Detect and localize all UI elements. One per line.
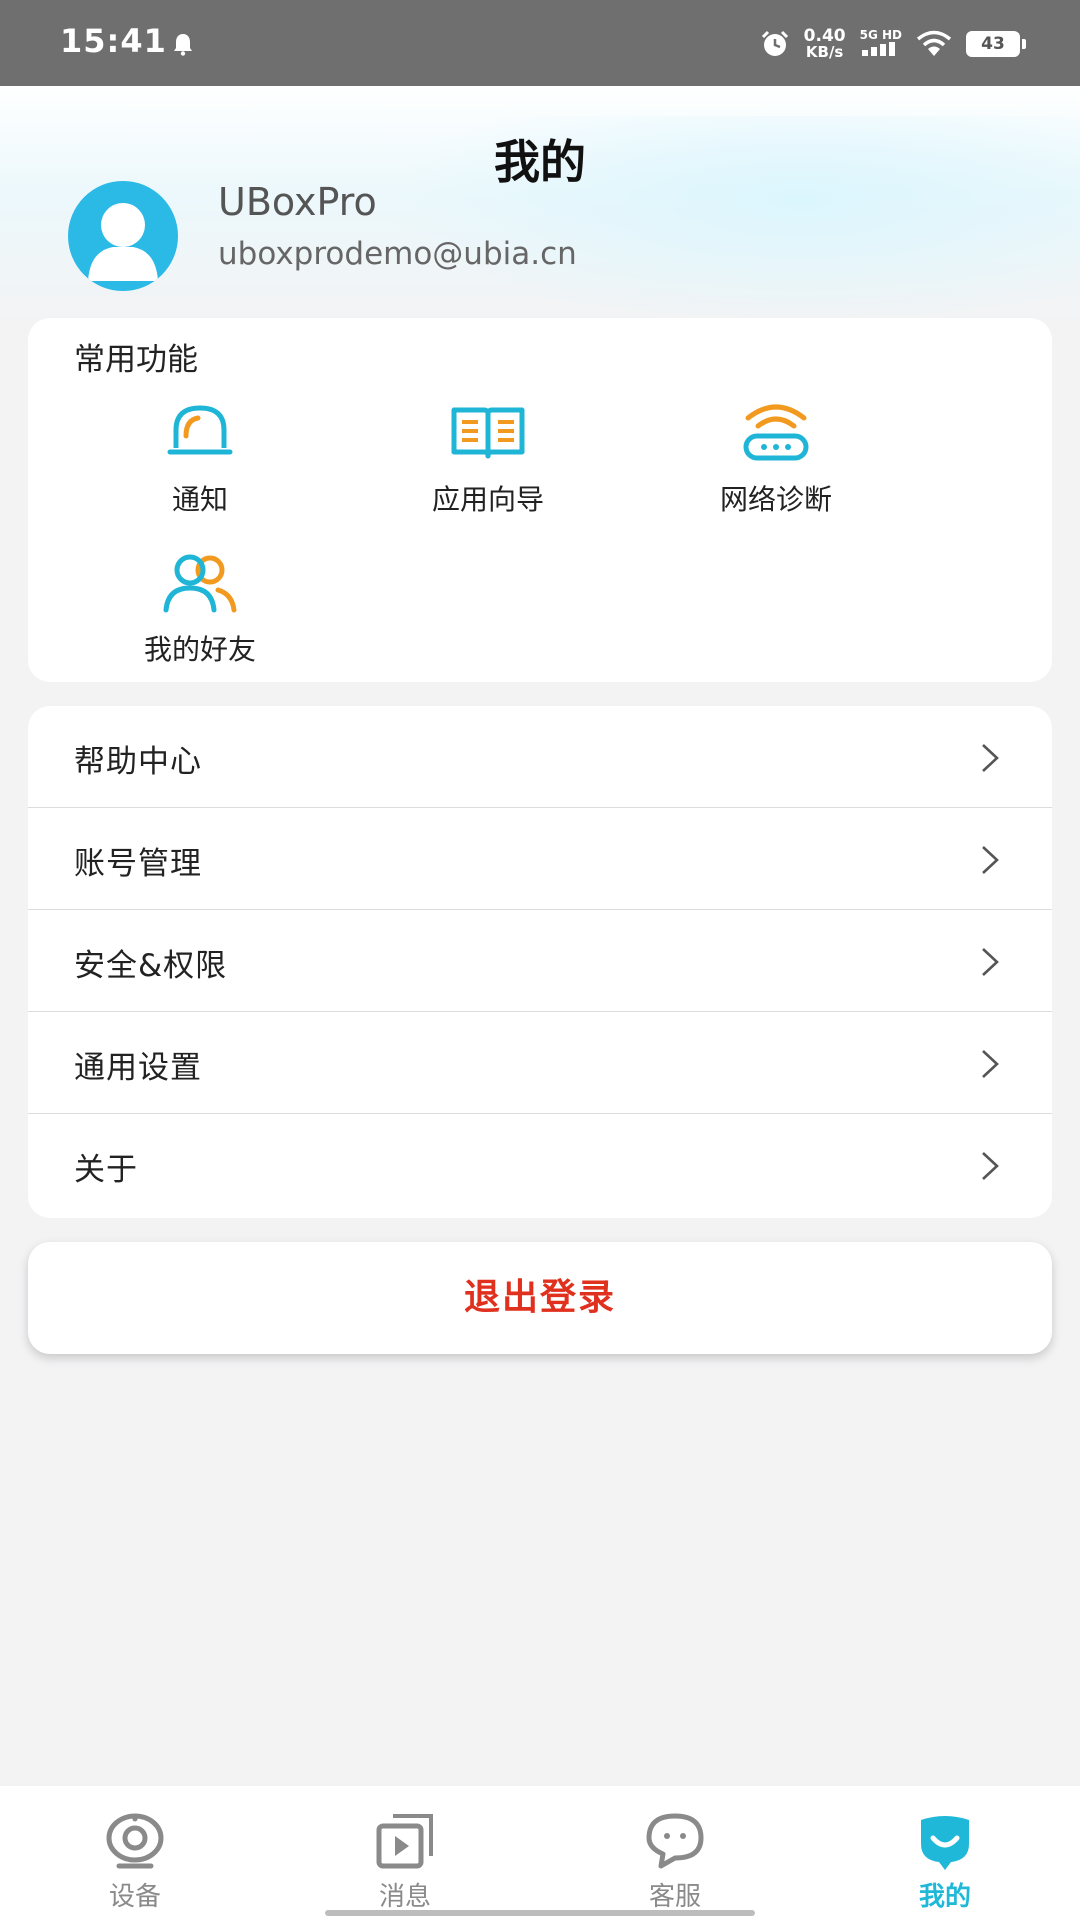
- me-face-icon: [921, 1816, 969, 1870]
- wifi-icon: [916, 30, 952, 56]
- tab-label: 设备: [108, 1882, 161, 1912]
- common-functions-title: 常用功能: [74, 342, 198, 378]
- menu-item-account-management[interactable]: 账号管理: [28, 808, 1052, 910]
- tab-devices[interactable]: 设备: [0, 1786, 270, 1920]
- function-label: 网络诊断: [719, 483, 832, 516]
- menu-item-label: 账号管理: [74, 846, 202, 882]
- menu-item-general-settings[interactable]: 通用设置: [28, 1012, 1052, 1114]
- menu-item-label: 通用设置: [74, 1050, 202, 1086]
- book-icon: [451, 407, 525, 459]
- chevron-right-icon: [982, 1152, 999, 1180]
- chevron-right-icon: [982, 948, 999, 976]
- chat-bubble-icon: [646, 1813, 704, 1869]
- chevron-right-icon: [982, 1050, 999, 1078]
- screen: 15:41 0.40 KB/s 5G HD 43 我的 UBoxPro ubox…: [0, 0, 1080, 1920]
- menu-item-label: 安全&权限: [74, 948, 228, 984]
- tab-label: 我的: [918, 1882, 971, 1912]
- battery-icon: 43: [966, 31, 1026, 57]
- cell-signal-icon: [861, 42, 895, 56]
- network-speed-value: 0.40: [803, 26, 846, 46]
- tab-messages[interactable]: 消息: [270, 1786, 540, 1920]
- battery-level: 43: [981, 34, 1005, 54]
- common-functions-card: 常用功能 通知 应用向导 网络诊断 我的好友: [28, 318, 1052, 682]
- avatar[interactable]: [68, 181, 178, 291]
- page-title: 我的: [494, 135, 586, 189]
- alarm-clock-icon: [761, 30, 788, 56]
- network-speed: 0.40 KB/s: [803, 26, 846, 61]
- notification-bell-icon: [174, 34, 192, 56]
- tab-label: 客服: [648, 1882, 701, 1912]
- tab-label: 消息: [378, 1882, 431, 1912]
- tab-customer-service[interactable]: 客服: [540, 1786, 810, 1920]
- home-indicator[interactable]: [325, 1910, 755, 1916]
- function-label: 通知: [171, 483, 228, 516]
- camera-icon: [106, 1813, 164, 1869]
- tab-me[interactable]: 我的: [810, 1786, 1080, 1920]
- router-wifi-icon: [743, 404, 809, 461]
- function-label: 应用向导: [431, 483, 544, 516]
- menu-item-label: 关于: [74, 1152, 138, 1188]
- bell-icon: [167, 405, 233, 455]
- function-label: 我的好友: [143, 633, 256, 666]
- message-video-icon: [376, 1814, 433, 1869]
- user-email: uboxprodemo@ubia.cn: [218, 236, 577, 272]
- network-type-label: 5G HD: [859, 28, 902, 42]
- chevron-right-icon: [982, 744, 999, 772]
- menu-card: 帮助中心 账号管理 安全&权限 通用设置 关于: [28, 706, 1052, 1218]
- menu-item-help-center[interactable]: 帮助中心: [28, 706, 1052, 808]
- status-bar: 15:41 0.40 KB/s 5G HD 43: [0, 0, 1080, 86]
- function-notification[interactable]: 通知: [80, 400, 320, 530]
- username: UBoxPro: [218, 180, 377, 224]
- status-time: 15:41: [60, 22, 167, 60]
- chevron-right-icon: [982, 846, 999, 874]
- menu-item-label: 帮助中心: [74, 744, 202, 780]
- friends-icon: [163, 554, 237, 613]
- profile-header: 我的 UBoxPro uboxprodemo@ubia.cn: [0, 86, 1080, 326]
- function-network-diagnosis[interactable]: 网络诊断: [656, 400, 896, 530]
- function-my-friends[interactable]: 我的好友: [80, 550, 320, 680]
- status-right-group: 0.40 KB/s 5G HD 43: [760, 24, 1026, 64]
- logout-button[interactable]: 退出登录: [28, 1242, 1052, 1354]
- menu-item-security-permissions[interactable]: 安全&权限: [28, 910, 1052, 1012]
- bottom-tab-bar: 设备 消息 客服 我的: [0, 1786, 1080, 1920]
- menu-item-about[interactable]: 关于: [28, 1114, 1052, 1216]
- user-silhouette-icon: [88, 203, 158, 281]
- function-app-guide[interactable]: 应用向导: [368, 400, 608, 530]
- network-speed-unit: KB/s: [805, 43, 844, 61]
- network-type: 5G HD: [860, 29, 902, 59]
